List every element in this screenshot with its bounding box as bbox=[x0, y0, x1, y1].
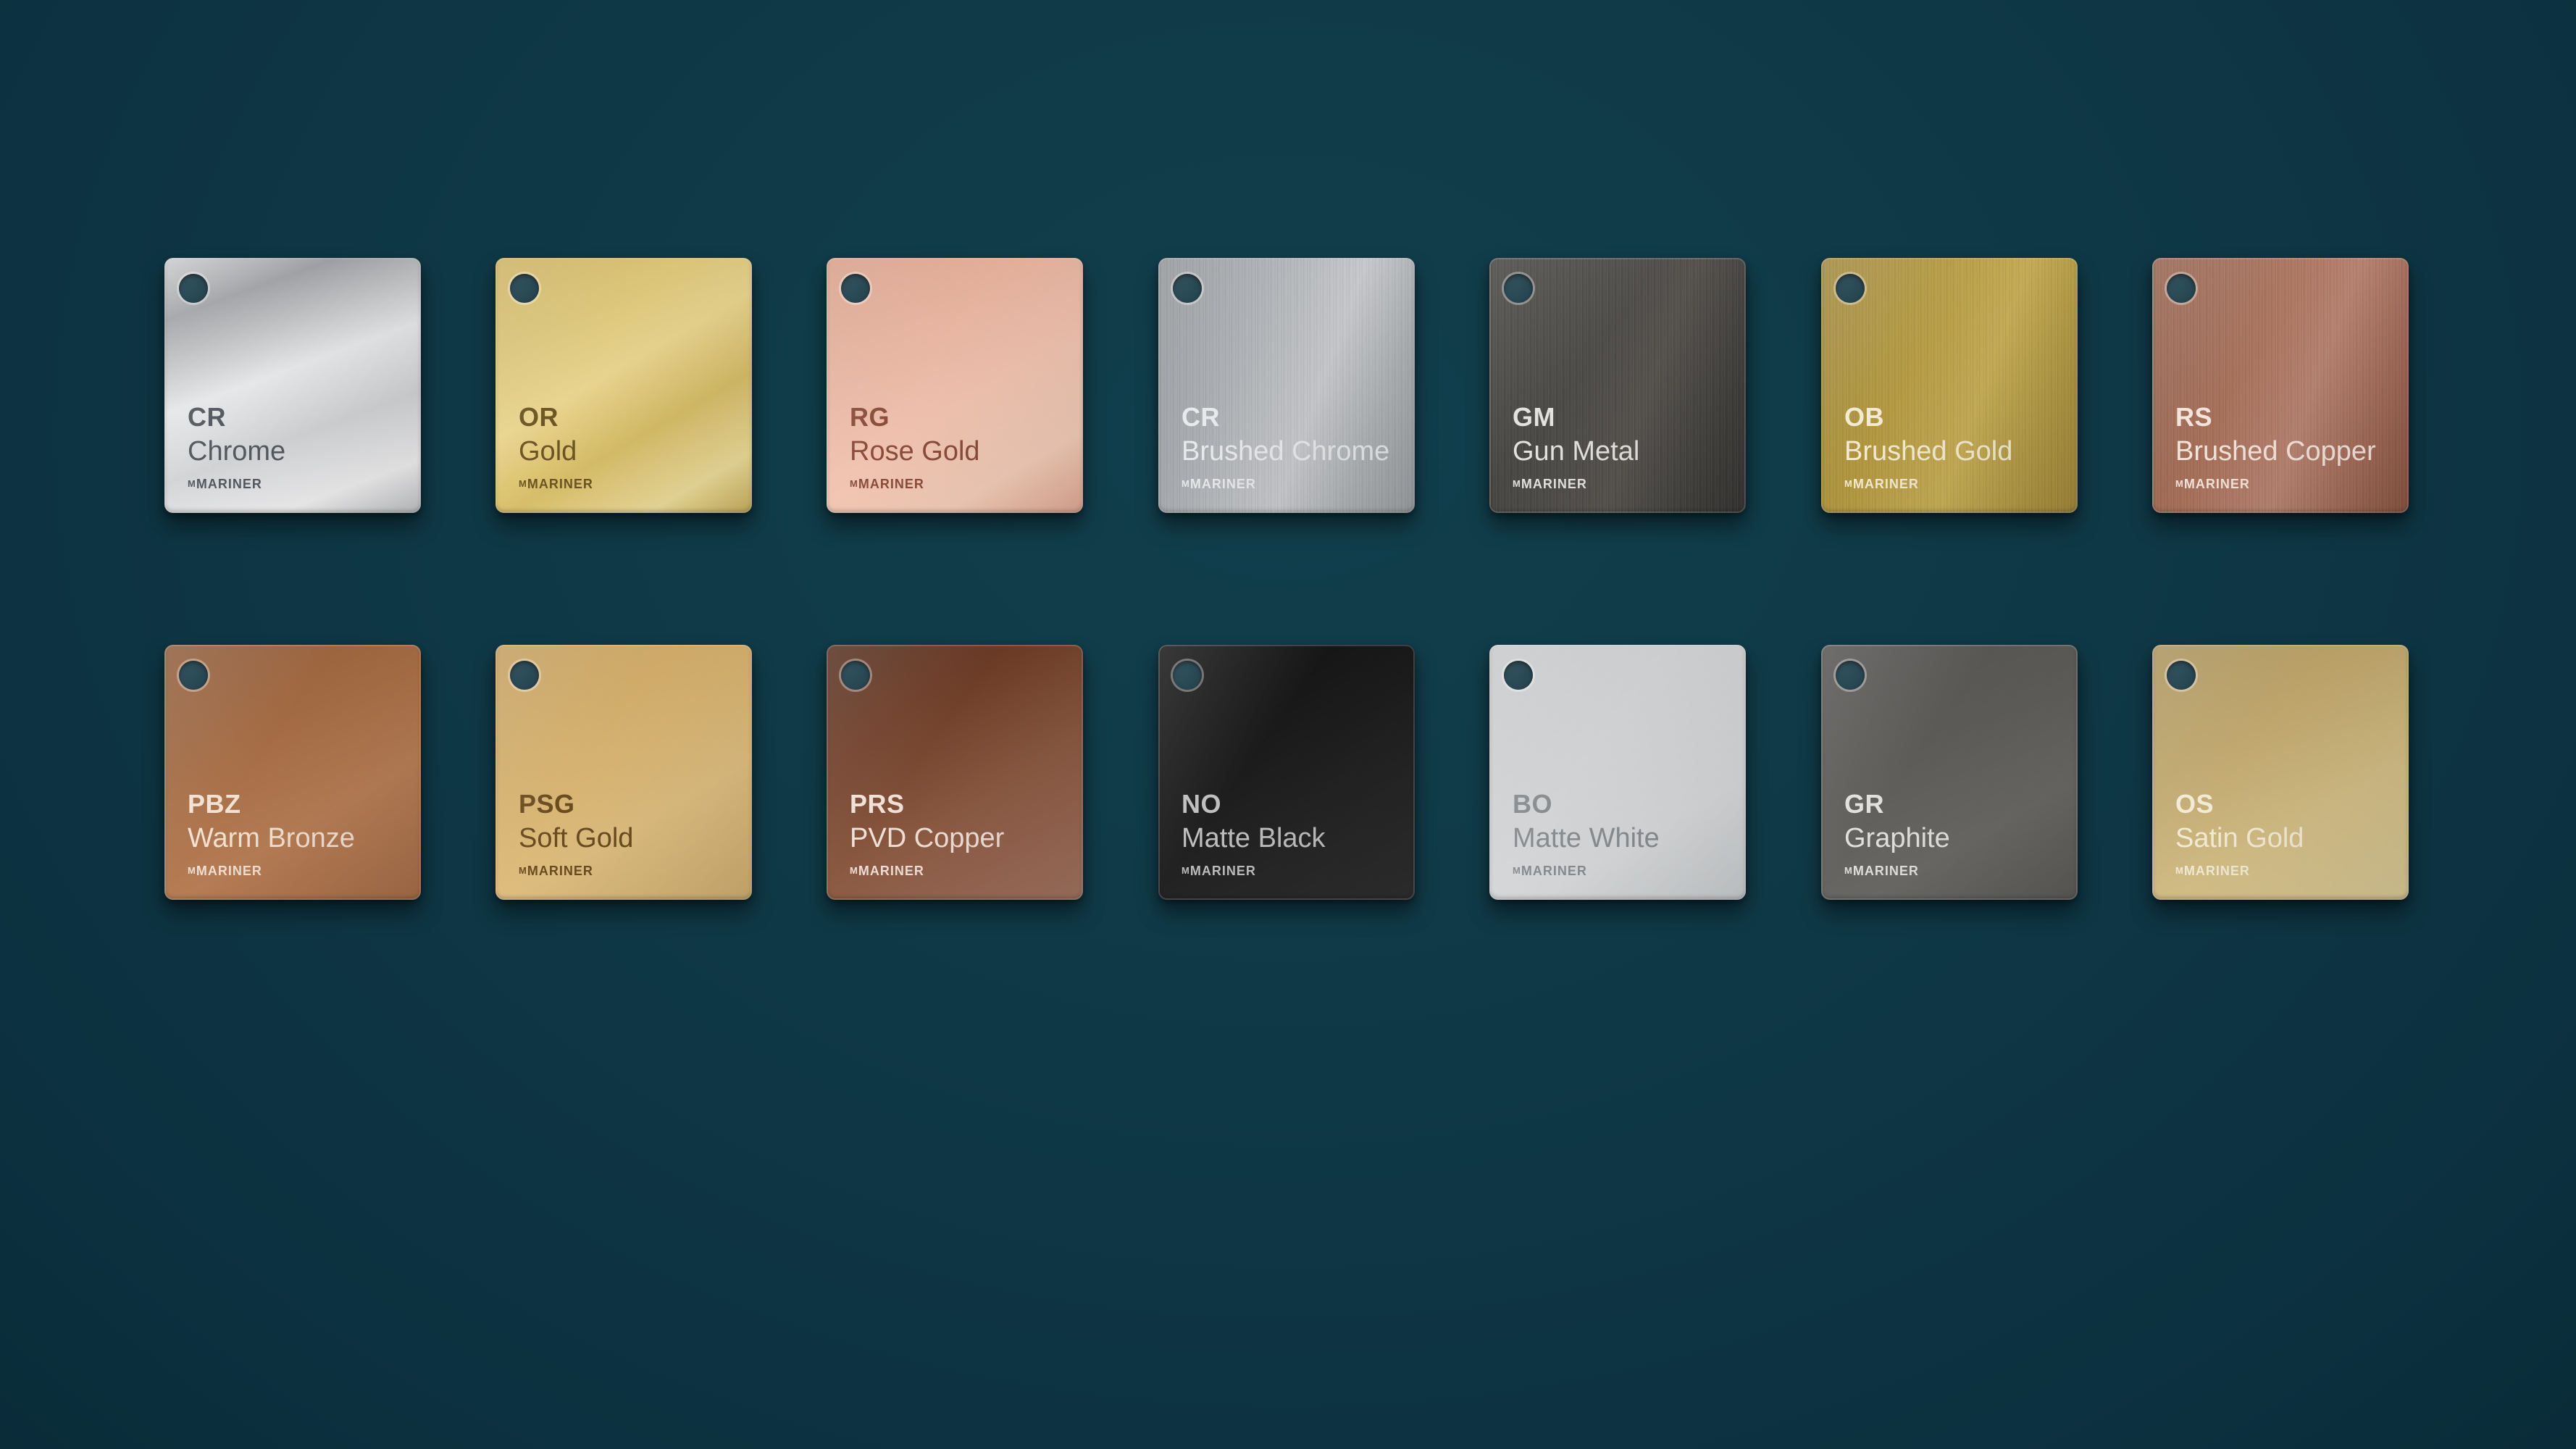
swatch-graphite: GR Graphite M MARINER bbox=[1821, 645, 2078, 900]
finish-code: OB bbox=[1844, 402, 1884, 432]
finish-name: Chrome bbox=[188, 436, 286, 467]
brand-logo: M MARINER bbox=[1182, 864, 1256, 878]
brand-mark-icon: M bbox=[1513, 865, 1521, 876]
finish-name: Soft Gold bbox=[519, 823, 634, 853]
swatch-pvd-copper: PRS PVD Copper M MARINER bbox=[827, 645, 1083, 900]
brand-name: MARINER bbox=[858, 864, 924, 878]
hang-hole-icon bbox=[2167, 274, 2196, 303]
finish-name: Matte Black bbox=[1182, 823, 1326, 853]
brand-mark-icon: M bbox=[1182, 865, 1189, 876]
hang-hole-icon bbox=[841, 661, 870, 690]
brand-logo: M MARINER bbox=[519, 477, 593, 491]
brand-name: MARINER bbox=[1852, 477, 1919, 491]
finish-code: GM bbox=[1513, 402, 1555, 432]
brand-mark-icon: M bbox=[850, 865, 858, 876]
finish-name: Warm Bronze bbox=[188, 823, 355, 853]
brand-name: MARINER bbox=[196, 477, 262, 491]
finish-name: Graphite bbox=[1844, 823, 1950, 853]
brand-name: MARINER bbox=[2183, 864, 2250, 878]
finish-code: CR bbox=[188, 402, 226, 432]
brand-mark-icon: M bbox=[1844, 865, 1852, 876]
swatch-brushed-chrome: CR Brushed Chrome M MARINER bbox=[1158, 258, 1415, 513]
hang-hole-icon bbox=[510, 661, 539, 690]
hang-hole-icon bbox=[179, 661, 208, 690]
brand-mark-icon: M bbox=[519, 478, 527, 489]
finish-name: Rose Gold bbox=[850, 436, 980, 467]
swatch-satin-gold: OS Satin Gold M MARINER bbox=[2152, 645, 2409, 900]
brand-name: MARINER bbox=[858, 477, 924, 491]
brand-logo: M MARINER bbox=[1513, 477, 1587, 491]
brand-name: MARINER bbox=[1189, 477, 1256, 491]
brand-logo: M MARINER bbox=[1844, 477, 1919, 491]
swatch-warm-bronze: PBZ Warm Bronze M MARINER bbox=[164, 645, 421, 900]
hang-hole-icon bbox=[1504, 274, 1533, 303]
swatch-brushed-gold: OB Brushed Gold M MARINER bbox=[1821, 258, 2078, 513]
finish-code: RG bbox=[850, 402, 890, 432]
finish-name: Brushed Chrome bbox=[1182, 436, 1390, 467]
finish-name: Gold bbox=[519, 436, 577, 467]
brand-mark-icon: M bbox=[1513, 478, 1521, 489]
hang-hole-icon bbox=[510, 274, 539, 303]
brand-logo: M MARINER bbox=[1182, 477, 1256, 491]
brand-logo: M MARINER bbox=[519, 864, 593, 878]
finish-name: Gun Metal bbox=[1513, 436, 1640, 467]
brand-name: MARINER bbox=[527, 864, 593, 878]
finish-name: PVD Copper bbox=[850, 823, 1005, 853]
brand-logo: M MARINER bbox=[1844, 864, 1919, 878]
hang-hole-icon bbox=[841, 274, 870, 303]
hang-hole-icon bbox=[1173, 274, 1202, 303]
finish-code: PSG bbox=[519, 789, 575, 819]
swatch-matte-white: BO Matte White M MARINER bbox=[1489, 645, 1746, 900]
finish-name: Brushed Gold bbox=[1844, 436, 2013, 467]
brand-mark-icon: M bbox=[1182, 478, 1189, 489]
finish-code: OR bbox=[519, 402, 559, 432]
finish-code: OS bbox=[2175, 789, 2215, 819]
swatch-matte-black: NO Matte Black M MARINER bbox=[1158, 645, 1415, 900]
swatch-brushed-copper: RS Brushed Copper M MARINER bbox=[2152, 258, 2409, 513]
finish-code: RS bbox=[2175, 402, 2213, 432]
brand-mark-icon: M bbox=[188, 478, 196, 489]
swatch-soft-gold: PSG Soft Gold M MARINER bbox=[495, 645, 752, 900]
brand-name: MARINER bbox=[1852, 864, 1919, 878]
finish-name: Satin Gold bbox=[2175, 823, 2304, 853]
brand-mark-icon: M bbox=[2175, 865, 2183, 876]
hang-hole-icon bbox=[1173, 661, 1202, 690]
brand-name: MARINER bbox=[1189, 864, 1256, 878]
finish-code: BO bbox=[1513, 789, 1552, 819]
brand-logo: M MARINER bbox=[850, 864, 924, 878]
finish-code: CR bbox=[1182, 402, 1220, 432]
brand-logo: M MARINER bbox=[2175, 864, 2250, 878]
brand-mark-icon: M bbox=[519, 865, 527, 876]
hang-hole-icon bbox=[2167, 661, 2196, 690]
swatch-gun-metal: GM Gun Metal M MARINER bbox=[1489, 258, 1746, 513]
brand-logo: M MARINER bbox=[850, 477, 924, 491]
brand-name: MARINER bbox=[196, 864, 262, 878]
brand-name: MARINER bbox=[1521, 477, 1587, 491]
brand-mark-icon: M bbox=[2175, 478, 2183, 489]
hang-hole-icon bbox=[1504, 661, 1533, 690]
finish-name: Brushed Copper bbox=[2175, 436, 2376, 467]
finish-code: NO bbox=[1182, 789, 1221, 819]
finish-code: PRS bbox=[850, 789, 905, 819]
finish-name: Matte White bbox=[1513, 823, 1660, 853]
finish-code: GR bbox=[1844, 789, 1884, 819]
hang-hole-icon bbox=[179, 274, 208, 303]
swatch-chrome: CR Chrome M MARINER bbox=[164, 258, 421, 513]
brand-mark-icon: M bbox=[188, 865, 196, 876]
hang-hole-icon bbox=[1836, 274, 1865, 303]
brand-name: MARINER bbox=[2183, 477, 2250, 491]
swatch-gold: OR Gold M MARINER bbox=[495, 258, 752, 513]
brand-logo: M MARINER bbox=[1513, 864, 1587, 878]
brand-mark-icon: M bbox=[850, 478, 858, 489]
brand-name: MARINER bbox=[527, 477, 593, 491]
hang-hole-icon bbox=[1836, 661, 1865, 690]
brand-logo: M MARINER bbox=[188, 477, 262, 491]
finish-code: PBZ bbox=[188, 789, 241, 819]
brand-name: MARINER bbox=[1521, 864, 1587, 878]
finish-swatch-display: CR Chrome M MARINER OR Gold M MARINER RG R… bbox=[0, 0, 2576, 1449]
brand-logo: M MARINER bbox=[2175, 477, 2250, 491]
brand-mark-icon: M bbox=[1844, 478, 1852, 489]
brand-logo: M MARINER bbox=[188, 864, 262, 878]
swatch-rose-gold: RG Rose Gold M MARINER bbox=[827, 258, 1083, 513]
